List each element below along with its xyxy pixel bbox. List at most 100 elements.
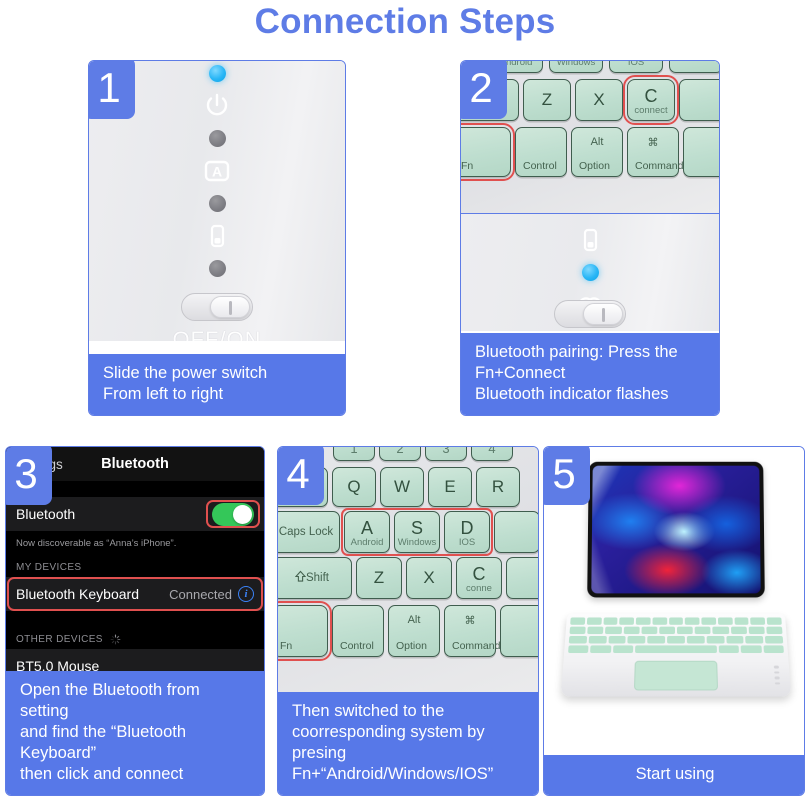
power-icon	[206, 93, 228, 116]
key-label: C	[472, 564, 486, 584]
key-label: Fn	[461, 160, 474, 172]
bluetooth-led-flashing	[581, 264, 599, 281]
bluetooth-led	[208, 260, 226, 277]
key-control[interactable]: Control	[515, 127, 567, 177]
power-switch-knob[interactable]	[583, 303, 623, 325]
power-switch[interactable]: OFF/ON	[165, 293, 269, 341]
key-x[interactable]: X	[575, 79, 623, 121]
key-label: Z	[541, 90, 553, 109]
key-command[interactable]: ⌘ Command	[444, 605, 500, 657]
key-c-connect[interactable]: C connect	[623, 75, 679, 125]
key-label: Q	[347, 477, 361, 496]
keyboard-row	[568, 635, 784, 644]
trackpad[interactable]	[633, 660, 719, 691]
key-sublabel: IOS	[627, 61, 645, 68]
key-s-windows[interactable]: S Windows	[394, 511, 440, 553]
step-2-caption: Bluetooth pairing: Press the Fn+Connect …	[461, 333, 719, 415]
key-toplabel: Alt	[590, 136, 604, 148]
key-a-android[interactable]: A Android	[344, 511, 390, 553]
info-icon[interactable]: i	[238, 586, 254, 602]
key-ios[interactable]: IOS	[609, 61, 663, 73]
key-fn[interactable]: Fn	[461, 123, 515, 181]
tablet-device	[587, 461, 765, 598]
discoverable-note: Now discoverable as “Anna’s iPhone”.	[6, 531, 264, 557]
key-1[interactable]: 1	[333, 447, 375, 461]
key-toplabel: Alt	[407, 614, 421, 626]
key-label: X	[593, 90, 605, 109]
key-label: Control	[340, 640, 374, 652]
key-label: Option	[579, 160, 610, 172]
key-label: 2	[396, 447, 404, 456]
keyboard-row	[568, 645, 784, 654]
key-d-ios[interactable]: D IOS	[444, 511, 490, 553]
device-row-bluetooth-keyboard[interactable]: Bluetooth Keyboard Connected i	[6, 577, 264, 611]
key-z[interactable]: Z	[523, 79, 571, 121]
key-v[interactable]	[679, 79, 719, 121]
key-option[interactable]: Alt Option	[571, 127, 623, 177]
key-space[interactable]	[683, 127, 719, 177]
other-devices-header-label: OTHER DEVICES	[16, 634, 103, 645]
key-command[interactable]: ⌘ Command	[627, 127, 683, 177]
key-label: E	[444, 477, 456, 496]
key-e[interactable]: E	[428, 467, 472, 507]
key-sublabel: IOS	[458, 537, 476, 548]
device-status-group: Connected i	[169, 586, 254, 602]
key-windows[interactable]: Windows	[549, 61, 603, 73]
key-c-connect[interactable]: C conne	[456, 557, 502, 599]
caps-lock-led	[208, 130, 226, 147]
key-label: W	[393, 477, 411, 496]
key-x[interactable]: X	[406, 557, 452, 599]
battery-icon	[583, 228, 598, 252]
key-label: Fn	[280, 640, 293, 652]
step-card-1: A OFF/ON Slide the power switch From lef…	[88, 60, 346, 416]
power-led	[208, 65, 226, 82]
toggle-knob	[233, 504, 252, 524]
caps-lock-a-icon: A	[204, 160, 230, 182]
step-5-caption: Start using	[544, 755, 804, 795]
key-sublabel: Windows	[556, 61, 596, 68]
key-shift[interactable]: Shift	[278, 557, 352, 599]
key-extra-top[interactable]	[669, 61, 719, 73]
loading-spinner-icon	[110, 634, 121, 645]
key-space[interactable]	[500, 605, 538, 657]
power-switch-track[interactable]	[181, 293, 253, 321]
key-option[interactable]: Alt Option	[388, 605, 440, 657]
side-indicator-marks	[773, 665, 781, 685]
key-fn[interactable]: Fn	[278, 601, 332, 661]
key-q[interactable]: Q	[332, 467, 376, 507]
key-label: Command	[635, 160, 684, 172]
key-label: A	[360, 518, 373, 538]
key-f[interactable]	[494, 511, 538, 553]
power-switch[interactable]: OFF/ON	[538, 300, 642, 331]
device-indicator-column: A	[189, 65, 245, 317]
key-4[interactable]: 4	[471, 447, 513, 461]
key-2[interactable]: 2	[379, 447, 421, 461]
key-3[interactable]: 3	[425, 447, 467, 461]
key-label: R	[491, 477, 505, 496]
key-w[interactable]: W	[380, 467, 424, 507]
key-label: S	[410, 518, 423, 538]
bluetooth-toggle[interactable]	[212, 502, 254, 526]
tablet-screen-wallpaper	[591, 465, 761, 594]
key-r[interactable]: R	[476, 467, 520, 507]
key-sublabel: Android	[350, 537, 384, 548]
key-z[interactable]: Z	[356, 557, 402, 599]
device-name: Bluetooth Keyboard	[16, 586, 139, 602]
key-label: D	[460, 518, 474, 538]
key-caps-lock[interactable]: Caps Lock	[278, 511, 340, 553]
device-status: Connected	[169, 586, 232, 602]
battery-led	[208, 195, 226, 212]
keyboard-row	[569, 626, 783, 635]
power-switch-label: OFF/ON	[172, 327, 262, 341]
step-badge-5: 5	[544, 447, 590, 505]
keyboard-row	[570, 617, 782, 625]
key-v[interactable]	[506, 557, 538, 599]
device-indicator-panel-2: OFF/ON	[461, 213, 719, 331]
my-devices-header: MY DEVICES	[6, 557, 264, 577]
step-badge-1: 1	[89, 61, 135, 119]
step-1-caption: Slide the power switch From left to righ…	[89, 354, 345, 415]
key-label: Caps Lock	[278, 526, 334, 538]
power-switch-knob[interactable]	[210, 296, 250, 318]
power-switch-track[interactable]	[554, 300, 626, 328]
key-control[interactable]: Control	[332, 605, 384, 657]
